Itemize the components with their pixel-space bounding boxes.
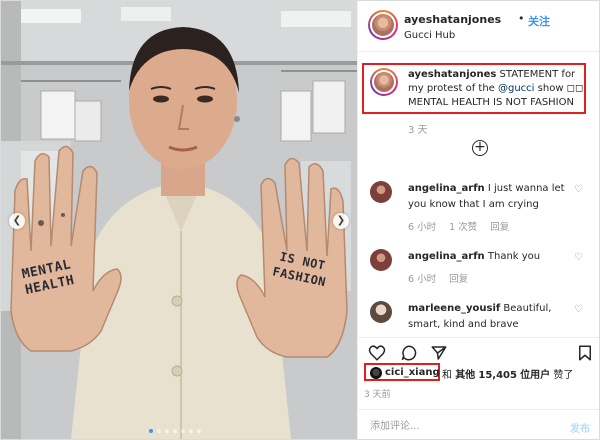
comment-likes[interactable]: 1 次赞 [449,222,477,233]
heart-icon[interactable]: ♡ [574,252,583,263]
comment-text: angelina_arfn I just wanna let you know … [408,181,573,213]
carousel-dot [173,429,177,433]
comment-meta: 6 小时 回复 [408,271,478,285]
likes-suffix: 赞了 [553,370,574,381]
post-time: 3 天前 [364,390,391,400]
caption-second-line: MENTAL HEALTH IS NOT FASHION [408,97,574,108]
likes-users-label[interactable]: 位用户 [520,370,550,381]
comment-input[interactable] [368,416,552,436]
caption-emojis: ◻◻ [566,83,584,94]
likes-connector: 和 [442,370,452,381]
reply-button[interactable]: 回复 [449,274,468,285]
comment-text: marleene_yousif Beautiful, smart, kind a… [408,301,573,333]
comment-item: marleene_yousif Beautiful, smart, kind a… [358,301,599,335]
carousel-dot [197,429,201,433]
post-header: ayeshatanjones • 关注 Gucci Hub [358,1,599,52]
comment-time: 6 小时 [408,274,437,285]
bookmark-icon[interactable] [576,344,594,362]
liker-avatar[interactable] [370,367,382,379]
likes-count[interactable]: 15,405 [478,370,517,381]
commenter-username[interactable]: angelina_arfn [408,251,485,262]
comment-item: angelina_arfn I just wanna let you know … [358,181,599,233]
commenter-avatar[interactable] [370,301,392,323]
post-comment-button[interactable]: 发布 [570,420,590,435]
carousel-dot [157,429,161,433]
commenter-username[interactable]: angelina_arfn [408,183,485,194]
caption-highlight-box: ayeshatanjones STATEMENT for my protest … [362,63,586,114]
comment-time: 6 小时 [408,222,437,233]
location-link[interactable]: Gucci Hub [404,30,455,41]
comment-meta: 6 小时 1 次赞 回复 [408,219,519,233]
commenter-avatar[interactable] [370,249,392,271]
photo-illustration [1,1,357,439]
add-comment-bar: 发布 [358,409,599,439]
caption-time: 3 天 [408,125,428,136]
liker-username[interactable]: cici_xiang [385,367,440,378]
action-bar [358,337,599,362]
heart-icon[interactable]: ♡ [574,304,583,315]
author-avatar[interactable] [368,10,398,40]
carousel-dot-active [149,429,153,433]
heart-icon[interactable]: ♡ [574,184,583,195]
follow-button[interactable]: 关注 [528,13,550,29]
caption-mention[interactable]: @gucci [498,83,534,94]
comment-text: angelina_arfn Thank you [408,249,573,265]
likes-summary: cici_xiang 和 其他 15,405 位用户 赞了 [364,363,599,383]
share-icon[interactable] [430,344,448,362]
comment-icon[interactable] [400,344,418,362]
post-photo[interactable]: MENTAL HEALTH IS NOT FASHION ❮ ❯ [1,1,357,439]
likes-text: 和 其他 15,405 位用户 赞了 [442,366,573,381]
commenter-username[interactable]: marleene_yousif [408,303,500,314]
caption-username[interactable]: ayeshatanjones [408,69,496,80]
comment-item: angelina_arfn Thank you ♡ 6 小时 回复 [358,249,599,289]
post-window: MENTAL HEALTH IS NOT FASHION ❮ ❯ ayeshat… [0,0,600,440]
heart-icon[interactable] [368,344,386,362]
chevron-left-icon[interactable]: ❮ [9,213,25,229]
comment-body: Thank you [487,251,541,262]
author-username[interactable]: ayeshatanjones [404,13,501,26]
carousel-indicator [149,429,201,433]
post-sidebar: ayeshatanjones • 关注 Gucci Hub ayeshatanj… [357,1,599,439]
caption-text: ayeshatanjones STATEMENT for my protest … [408,68,584,110]
separator-dot: • [518,12,525,25]
chevron-right-icon[interactable]: ❯ [333,213,349,229]
reply-button[interactable]: 回复 [490,222,509,233]
caption-body-2: show [534,83,567,94]
carousel-dot [189,429,193,433]
load-more-comments-button[interactable]: + [472,140,488,156]
carousel-dot [165,429,169,433]
carousel-dot [181,429,185,433]
commenter-avatar[interactable] [370,181,392,203]
likes-others-label[interactable]: 其他 [455,370,475,381]
caption-avatar[interactable] [370,68,398,96]
liker-highlight-box: cici_xiang [364,363,440,381]
